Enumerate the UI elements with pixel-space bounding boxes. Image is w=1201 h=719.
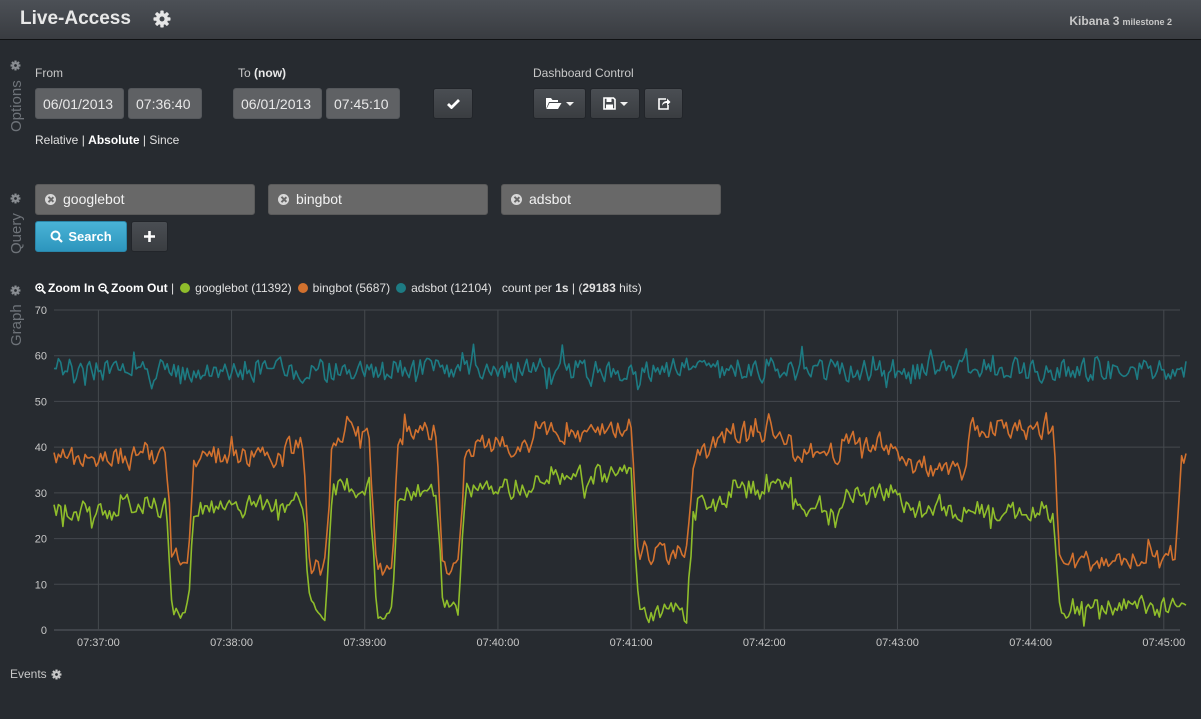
query-input-bingbot[interactable]: bingbot: [268, 184, 488, 215]
share-icon: [657, 98, 670, 110]
add-query-button[interactable]: [131, 221, 168, 252]
search-button-label: Search: [68, 229, 112, 244]
to-date-input[interactable]: 06/01/2013: [233, 88, 322, 119]
time-mode-switch: Relative | Absolute | Since: [35, 133, 179, 147]
from-time-input[interactable]: 07:36:40: [128, 88, 202, 119]
graph-legend: Zoom In Zoom Out | googlebot (11392) bin…: [35, 281, 642, 295]
y-tick-label: 60: [35, 351, 47, 363]
series-line-adsbot: [53, 343, 1187, 391]
events-gear-icon[interactable]: [51, 669, 62, 680]
to-label: To (now): [238, 66, 286, 80]
to-now-label: (now): [254, 66, 287, 80]
zoom-out-label: Zoom Out: [111, 281, 168, 295]
options-gear-icon[interactable]: [10, 60, 21, 71]
x-tick-label: 07:41:00: [610, 637, 653, 649]
apply-time-button[interactable]: [433, 88, 473, 119]
share-dashboard-button[interactable]: [644, 88, 683, 119]
count-per-label: count per: [501, 281, 552, 295]
to-time-input[interactable]: 07:45:10: [326, 88, 400, 119]
series-line-bingbot: [53, 412, 1187, 576]
to-label-text: To: [238, 66, 251, 80]
legend-dot-adsbot: [396, 283, 407, 293]
chevron-down-icon: [566, 101, 574, 106]
y-tick-label: 30: [35, 488, 47, 500]
remove-query-icon[interactable]: [278, 194, 289, 205]
x-tick-label: 07:39:00: [343, 637, 386, 649]
x-tick-label: 07:40:00: [477, 637, 520, 649]
x-tick-label: 07:43:00: [876, 637, 919, 649]
query-input-googlebot[interactable]: googlebot: [35, 184, 255, 215]
y-tick-label: 20: [35, 534, 47, 546]
search-icon: [50, 230, 64, 243]
query-text: adsbot: [529, 191, 572, 207]
zoom-in-icon: [35, 282, 46, 294]
legend-label: bingbot (5687): [312, 281, 391, 295]
legend-separator: |: [571, 281, 576, 295]
y-tick-label: 0: [41, 625, 47, 637]
x-tick-label: 07:38:00: [210, 637, 253, 649]
dashboard-title: Live-Access: [20, 8, 131, 29]
legend-label: adsbot (12104): [411, 281, 492, 295]
legend-label: googlebot (11392): [195, 281, 292, 295]
zoom-out-icon: [98, 282, 110, 294]
graph-gear-icon[interactable]: [10, 285, 21, 296]
y-tick-label: 40: [35, 442, 47, 454]
y-tick-label: 70: [35, 305, 47, 317]
x-tick-label: 07:42:00: [743, 637, 786, 649]
legend-item-googlebot[interactable]: googlebot (11392): [174, 281, 292, 295]
brand-version: milestone 2: [1122, 17, 1172, 27]
mode-separator: |: [142, 133, 146, 147]
hits-count: 29183: [582, 281, 616, 295]
x-tick-label: 07:37:00: [77, 637, 120, 649]
query-panel-label: Query: [8, 213, 25, 254]
x-tick-label: 07:44:00: [1009, 637, 1052, 649]
remove-query-icon[interactable]: [511, 194, 522, 205]
query-text: bingbot: [296, 191, 342, 207]
folder-open-icon: [546, 98, 562, 109]
legend-item-bingbot[interactable]: bingbot (5687): [292, 281, 390, 295]
y-tick-label: 50: [35, 396, 47, 408]
x-tick-label: 07:45:00: [1142, 637, 1185, 649]
events-panel-header: Events: [10, 667, 62, 681]
query-gear-icon[interactable]: [10, 193, 21, 204]
legend-dot-bingbot: [297, 283, 308, 293]
legend-item-adsbot[interactable]: adsbot (12104): [390, 281, 492, 295]
mode-separator: |: [81, 133, 85, 147]
check-icon: [446, 99, 460, 109]
search-button[interactable]: Search: [35, 221, 127, 252]
top-navbar: Live-Access Kibana 3 milestone 2: [0, 0, 1201, 40]
zoom-out-link[interactable]: Zoom Out: [98, 281, 168, 295]
absolute-mode-link[interactable]: Absolute: [88, 133, 139, 147]
histogram-chart[interactable]: 0 10 20 30 40 50 60 70 07:37:00 07:38:00 07:39:00 0…: [0, 300, 1201, 655]
from-date-input[interactable]: 06/01/2013: [35, 88, 124, 119]
since-mode-link[interactable]: Since: [149, 133, 179, 147]
relative-mode-link[interactable]: Relative: [35, 133, 78, 147]
series-line-googlebot: [53, 463, 1187, 627]
events-label: Events: [10, 667, 47, 681]
dashboard-control-label: Dashboard Control: [533, 66, 634, 80]
gear-icon[interactable]: [152, 9, 172, 29]
legend-dot-googlebot: [180, 283, 191, 293]
query-input-adsbot[interactable]: adsbot: [501, 184, 721, 215]
chevron-down-icon: [619, 101, 628, 106]
y-tick-label: 10: [35, 579, 47, 591]
zoom-in-label: Zoom In: [48, 281, 95, 295]
hits-suffix: hits): [619, 281, 642, 295]
save-icon: [602, 97, 616, 110]
options-panel-label: Options: [8, 80, 25, 132]
interval-value: 1s: [555, 281, 569, 295]
query-text: googlebot: [63, 191, 125, 207]
load-dashboard-button[interactable]: [533, 88, 586, 119]
save-dashboard-button[interactable]: [590, 88, 640, 119]
brand-name: Kibana 3: [1069, 14, 1120, 28]
zoom-in-link[interactable]: Zoom In: [35, 281, 95, 295]
brand: Kibana 3 milestone 2: [1069, 14, 1172, 28]
remove-query-icon[interactable]: [45, 194, 56, 205]
from-label: From: [35, 66, 63, 80]
plus-icon: [144, 231, 155, 242]
